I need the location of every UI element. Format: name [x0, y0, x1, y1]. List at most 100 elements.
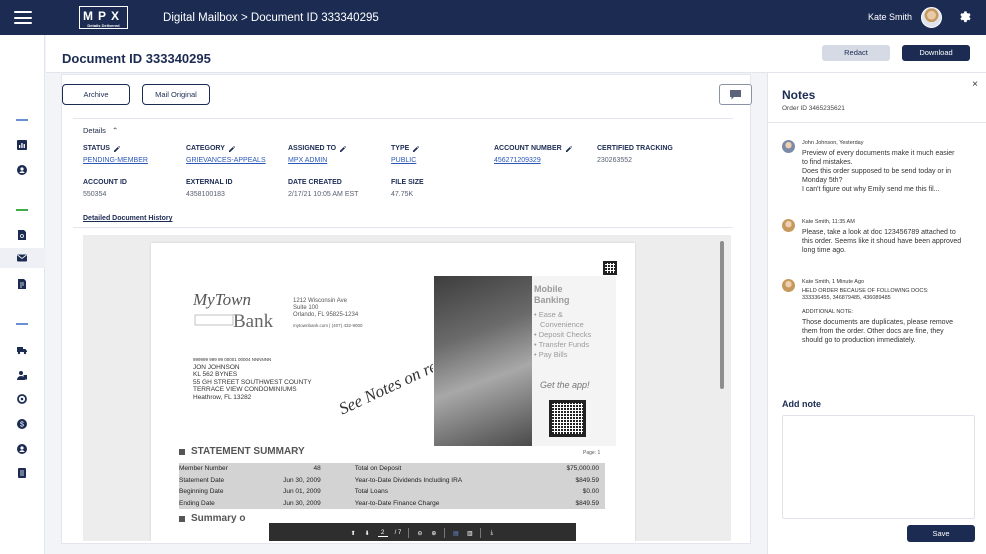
viewer-scrollbar[interactable]	[720, 241, 724, 389]
pencil-icon[interactable]	[228, 145, 235, 152]
ad-photo	[434, 276, 532, 446]
avatar	[782, 140, 795, 153]
account-number-value[interactable]: 456271209329	[494, 157, 572, 164]
account-icon[interactable]	[15, 442, 29, 456]
brand-name: MPX	[83, 9, 125, 23]
notes-panel: × Notes Order ID 3465235621 John Johnson…	[767, 73, 986, 554]
bank-web: mytownbank.com | (407) 432-9000	[293, 323, 363, 328]
category-value[interactable]: GRIEVANCES-APPEALS	[186, 157, 266, 164]
table-cell: Year-to-Date Finance Charge	[354, 499, 440, 507]
file-icon[interactable]: ▥	[466, 530, 473, 537]
status-value[interactable]: PENDING-MEMBER	[83, 157, 148, 164]
document-edit-icon[interactable]	[15, 277, 29, 291]
pencil-icon[interactable]	[565, 145, 572, 152]
account-id-value: 550354	[83, 191, 107, 198]
note-body: Please, take a look at doc 123456789 att…	[802, 228, 982, 255]
avatar[interactable]	[921, 7, 942, 28]
user-circle-icon[interactable]	[15, 163, 29, 177]
details-section: Details ⌃ STATUS PENDING-MEMBER CATEGORY…	[73, 118, 733, 228]
page-title: Document ID 333340295	[62, 51, 211, 66]
avatar	[782, 279, 795, 292]
page-header: Document ID 333340295 Redact Download	[46, 35, 986, 73]
customer-line: JON JOHNSON	[193, 363, 240, 371]
note-item: Kate Smith, 1 Minute Ago HELD ORDER BECA…	[782, 279, 982, 345]
account-id-label: ACCOUNT ID	[83, 179, 127, 186]
gear-icon[interactable]	[957, 9, 971, 23]
details-toggle-label: Details	[83, 126, 106, 135]
note-meta: Kate Smith, 11:35 AM	[802, 219, 855, 225]
date-created-value: 2/17/21 10:05 AM EST	[288, 191, 359, 198]
arrow-up-icon[interactable]: ⬆	[350, 530, 357, 537]
download-icon[interactable]: ⤓	[488, 530, 495, 537]
external-id-value: 4358100183	[186, 191, 225, 198]
mail-original-button[interactable]: Mail Original	[142, 84, 210, 105]
ad-item: • Pay Bills	[534, 350, 568, 359]
report-icon[interactable]	[15, 466, 29, 480]
menu-icon[interactable]	[14, 11, 32, 24]
assigned-to-value[interactable]: MPX ADMIN	[288, 157, 346, 164]
account-number-field: ACCOUNT NUMBER 456271209329	[494, 145, 572, 164]
customer-code: 999999 999 99 00001 00004 NNNNNN	[193, 357, 272, 362]
note-meta: Kate Smith, 1 Minute Ago	[802, 279, 865, 285]
chart-icon[interactable]	[15, 138, 29, 152]
fit-page-icon[interactable]: ▤	[452, 530, 459, 537]
add-note-input[interactable]	[782, 415, 975, 519]
zoom-out-icon[interactable]: ⊖	[416, 530, 423, 537]
close-icon[interactable]: ×	[972, 79, 978, 90]
details-toggle[interactable]: Details ⌃	[83, 126, 118, 135]
section-title: STATEMENT SUMMARY	[191, 446, 305, 457]
document-history-link[interactable]: Detailed Document History	[83, 215, 172, 222]
save-button[interactable]: Save	[907, 525, 975, 542]
dollar-icon[interactable]: $	[15, 417, 29, 431]
sidebar: $	[0, 35, 45, 554]
handwritten-note: See Notes on reverse	[336, 358, 433, 418]
user-name[interactable]: Kate Smith	[868, 12, 912, 22]
users-icon[interactable]	[15, 368, 29, 382]
certified-tracking-label: CERTIFIED TRACKING	[597, 145, 673, 152]
avatar	[782, 219, 795, 232]
ad-title: Mobile	[534, 284, 563, 294]
status-field: STATUS PENDING-MEMBER	[83, 145, 148, 164]
redact-button[interactable]: Redact	[822, 45, 890, 61]
note-body: Those documents are duplicates, please r…	[802, 318, 982, 345]
customer-address: 999999 999 99 00001 00004 NNNNNN JON JOH…	[193, 356, 312, 401]
archive-button[interactable]: Archive	[62, 84, 130, 105]
note-line: Please, take a look at doc 123456789 att…	[802, 229, 956, 236]
type-field: TYPE PUBLIC	[391, 145, 420, 164]
table-cell: $849.59	[575, 499, 600, 507]
notes-toggle-button[interactable]	[719, 84, 752, 105]
pencil-icon[interactable]	[413, 145, 420, 152]
table-cell: Jun 01, 2009	[283, 488, 321, 496]
file-size-label: FILE SIZE	[391, 179, 424, 186]
account-number-label: ACCOUNT NUMBER	[494, 145, 562, 152]
arrow-down-icon[interactable]: ⬇	[364, 530, 371, 537]
zoom-in-icon[interactable]: ⊕	[430, 530, 437, 537]
download-button[interactable]: Download	[902, 45, 970, 61]
document-viewer[interactable]: MyTown Bank 1212 Wisconsin Ave Suite 100…	[83, 235, 731, 541]
page-number-input[interactable]: 2	[377, 530, 388, 537]
type-value[interactable]: PUBLIC	[391, 157, 419, 164]
ad-item: Convenience	[540, 320, 584, 329]
table-cell: Total on Deposit	[354, 465, 402, 473]
brand-logo[interactable]: MPX Details Delivered	[79, 6, 129, 29]
note-line: I can't figure out why Emily send me thi…	[802, 186, 940, 193]
statement-summary-heading: STATEMENT SUMMARY	[179, 446, 305, 457]
brand-tagline: Details Delivered	[87, 23, 120, 28]
account-id-field: ACCOUNT ID 550354	[83, 179, 127, 198]
ad-title: Banking	[534, 295, 570, 305]
category-label: CATEGORY	[186, 145, 225, 152]
mail-icon[interactable]	[15, 251, 29, 265]
truck-icon[interactable]	[15, 343, 29, 357]
bank-name-1: MyTown	[193, 290, 251, 309]
pencil-icon[interactable]	[113, 145, 120, 152]
table-cell: 48	[313, 465, 321, 473]
date-created-field: DATE CREATED 2/17/21 10:05 AM EST	[288, 179, 358, 198]
section-title: Summary o	[191, 513, 246, 524]
pencil-icon[interactable]	[340, 145, 347, 152]
bank-address-line: 1212 Wisconsin Ave	[293, 298, 347, 304]
toolbar-divider	[444, 528, 446, 538]
qr-code	[603, 261, 617, 275]
refresh-icon[interactable]	[15, 392, 29, 406]
document-search-icon[interactable]	[15, 228, 29, 242]
note-line: Those documents are duplicates, please r…	[802, 319, 953, 326]
